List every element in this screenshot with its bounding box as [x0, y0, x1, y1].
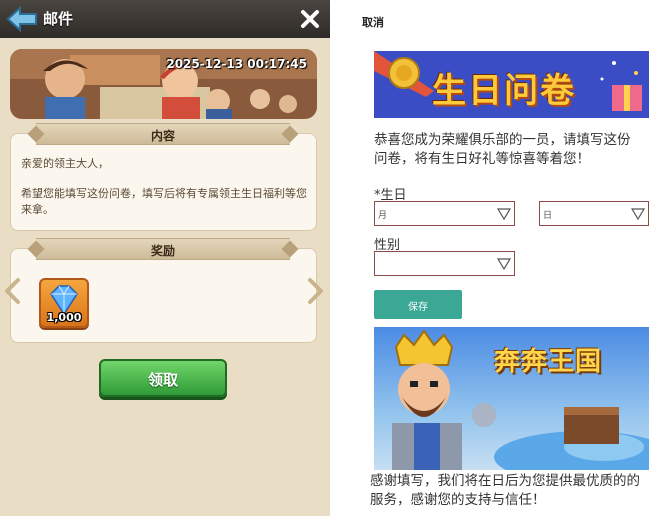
content-section-header: 内容: [27, 123, 299, 145]
mail-header: 邮件: [0, 0, 330, 38]
reward-section-title: 奖励: [150, 244, 175, 258]
mail-body: 亲爱的领主大人， 希望您能填写这份问卷，填写后将有专属领主生日福利等您来拿。: [21, 156, 307, 232]
reward-section-header: 奖励: [27, 238, 299, 260]
birth-day-placeholder: 日: [543, 211, 553, 221]
save-button[interactable]: 保存: [374, 290, 462, 319]
chevron-down-icon: [497, 258, 511, 270]
mail-title: 邮件: [43, 10, 74, 28]
chevron-down-icon: [631, 208, 645, 220]
save-button-label: 保存: [408, 302, 428, 313]
birth-month-select[interactable]: 月: [374, 201, 515, 226]
birth-day-select[interactable]: 日: [539, 201, 649, 226]
chevron-down-icon: [497, 208, 511, 220]
game-banner-title: 奔奔王国: [494, 347, 603, 377]
content-section-title: 内容: [150, 129, 175, 143]
mail-message: 希望您能填写这份问卷，填写后将有专属领主生日福利等您来拿。: [21, 187, 307, 216]
close-icon[interactable]: [298, 7, 322, 31]
chevron-left-icon[interactable]: [4, 278, 22, 304]
claim-button[interactable]: 领取: [99, 359, 227, 397]
mail-greeting: 亲爱的领主大人，: [21, 157, 109, 170]
reward-item-slot[interactable]: 1,000: [39, 278, 89, 328]
claim-button-label: 领取: [147, 371, 178, 389]
mail-window: 邮件 2025-12-13 00:17:45 亲爱的领主大人， 希望您能填写这份…: [0, 0, 330, 516]
gender-select[interactable]: [374, 251, 515, 276]
cancel-link[interactable]: 取消: [362, 14, 384, 30]
birth-month-placeholder: 月: [378, 211, 388, 221]
birthday-banner-title: 生日问卷: [432, 71, 576, 111]
chevron-right-icon[interactable]: [306, 278, 324, 304]
mail-content-card: 亲爱的领主大人， 希望您能填写这份问卷，填写后将有专属领主生日福利等您来拿。: [10, 133, 317, 231]
reward-count: 1,000: [46, 311, 82, 324]
game-promo-banner: 奔奔王国: [374, 327, 649, 470]
back-arrow-icon[interactable]: [6, 6, 38, 32]
mail-datetime: 2025-12-13 00:17:45: [166, 57, 307, 71]
survey-thanks: 感谢填写，我们将在日后为您提供最优质的的服务，感谢您的支持与信任！: [370, 473, 640, 508]
survey-intro: 恭喜您成为荣耀俱乐部的一员，请填写这份问卷，将有生日好礼等惊喜等着您！: [374, 132, 631, 167]
birthday-survey-banner: 生日问卷: [374, 51, 649, 118]
mail-banner-image: 2025-12-13 00:17:45: [10, 49, 317, 119]
